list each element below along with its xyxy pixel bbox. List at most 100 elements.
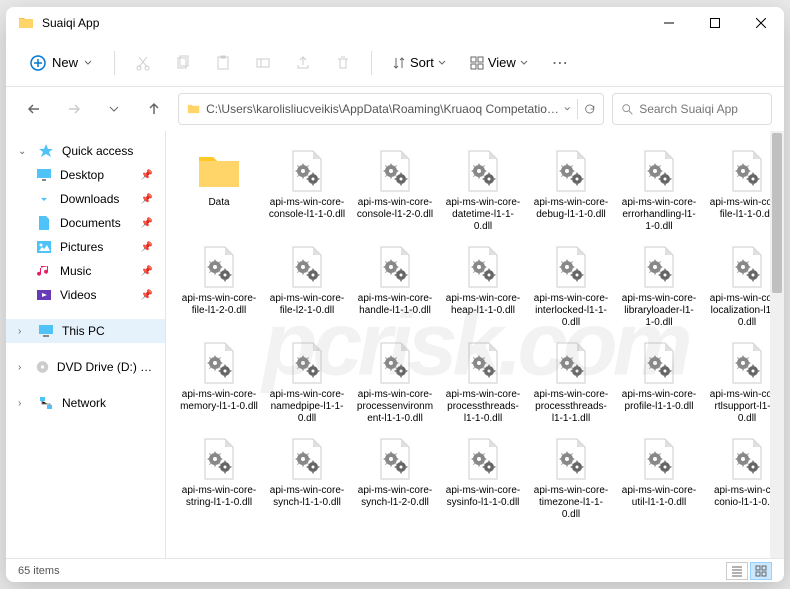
network-icon: [38, 395, 54, 411]
up-button[interactable]: [138, 93, 170, 125]
copy-button[interactable]: [165, 45, 201, 81]
file-item[interactable]: api-ms-win-core-datetime-l1-1-0.dll: [442, 143, 524, 237]
file-item[interactable]: api-ms-win-core-debug-l1-1-0.dll: [530, 143, 612, 237]
pin-icon: 📌: [141, 266, 153, 277]
file-item[interactable]: api-ms-win-core-file-l2-1-0.dll: [266, 239, 348, 333]
dll-file-icon: [635, 243, 683, 291]
sidebar-label: Pictures: [60, 240, 103, 254]
folder-item[interactable]: Data: [178, 143, 260, 237]
dll-file-icon: [195, 243, 243, 291]
file-label: api-ms-win-core-datetime-l1-1-0.dll: [444, 197, 522, 233]
file-item[interactable]: api-ms-win-core-memory-l1-1-0.dll: [178, 335, 260, 429]
file-item[interactable]: api-ms-win-core-processthreads-l1-1-0.dl…: [442, 335, 524, 429]
file-item[interactable]: api-ms-win-core-util-l1-1-0.dll: [618, 431, 700, 525]
dll-file-icon: [371, 339, 419, 387]
desktop-icon: [36, 167, 52, 183]
sort-button[interactable]: Sort: [382, 49, 456, 76]
file-item[interactable]: api-ms-win-core-console-l1-1-0.dll: [266, 143, 348, 237]
view-button[interactable]: View: [460, 49, 538, 76]
item-count: 65 items: [18, 565, 60, 577]
refresh-icon[interactable]: [584, 102, 595, 116]
sidebar-label: Desktop: [60, 168, 104, 182]
dll-file-icon: [635, 147, 683, 195]
sidebar-videos[interactable]: Videos 📌: [6, 283, 165, 307]
file-item[interactable]: api-ms-win-core-synch-l1-1-0.dll: [266, 431, 348, 525]
file-label: api-ms-win-core-console-l1-2-0.dll: [356, 197, 434, 221]
file-item[interactable]: api-ms-win-core-file-l1-2-0.dll: [178, 239, 260, 333]
breadcrumb[interactable]: C:\Users\karolisliucveikis\AppData\Roami…: [178, 93, 604, 125]
sidebar-this-pc[interactable]: › This PC: [6, 319, 165, 343]
file-item[interactable]: api-ms-win-core-synch-l1-2-0.dll: [354, 431, 436, 525]
dll-file-icon: [547, 243, 595, 291]
statusbar: 65 items: [6, 558, 784, 582]
file-item[interactable]: api-ms-win-core-string-l1-1-0.dll: [178, 431, 260, 525]
pictures-icon: [36, 239, 52, 255]
star-icon: [38, 143, 54, 159]
pin-icon: 📌: [141, 218, 153, 229]
rename-button[interactable]: [245, 45, 281, 81]
minimize-button[interactable]: [646, 7, 692, 39]
sidebar-documents[interactable]: Documents 📌: [6, 211, 165, 235]
search-input[interactable]: [639, 102, 763, 116]
more-button[interactable]: ⋯: [542, 45, 578, 81]
pin-icon: 📌: [141, 170, 153, 181]
recent-button[interactable]: [98, 93, 130, 125]
file-item[interactable]: api-ms-win-core-namedpipe-l1-1-0.dll: [266, 335, 348, 429]
sidebar-dvd[interactable]: › DVD Drive (D:) CCCC: [6, 355, 165, 379]
close-button[interactable]: [738, 7, 784, 39]
file-item[interactable]: api-ms-win-core-console-l1-2-0.dll: [354, 143, 436, 237]
search-box[interactable]: [612, 93, 772, 125]
file-item[interactable]: api-ms-win-core-processthreads-l1-1-1.dl…: [530, 335, 612, 429]
file-label: api-ms-win-core-errorhandling-l1-1-0.dll: [620, 197, 698, 233]
share-button[interactable]: [285, 45, 321, 81]
scrollbar[interactable]: [770, 131, 784, 558]
chevron-down-icon: ⌄: [18, 146, 30, 157]
maximize-button[interactable]: [692, 7, 738, 39]
file-item[interactable]: api-ms-win-core-errorhandling-l1-1-0.dll: [618, 143, 700, 237]
file-label: api-ms-win-core-synch-l1-1-0.dll: [268, 485, 346, 509]
file-item[interactable]: api-ms-win-core-interlocked-l1-1-0.dll: [530, 239, 612, 333]
file-label: api-ms-win-core-processthreads-l1-1-1.dl…: [532, 389, 610, 425]
icons-view-button[interactable]: [750, 562, 772, 580]
file-item[interactable]: api-ms-win-core-timezone-l1-1-0.dll: [530, 431, 612, 525]
sidebar-network[interactable]: › Network: [6, 391, 165, 415]
sidebar-quick-access[interactable]: ⌄ Quick access: [6, 139, 165, 163]
details-view-button[interactable]: [726, 562, 748, 580]
sidebar-downloads[interactable]: Downloads 📌: [6, 187, 165, 211]
back-button[interactable]: [18, 93, 50, 125]
dll-file-icon: [459, 243, 507, 291]
file-label: api-ms-win-core-sysinfo-l1-1-0.dll: [444, 485, 522, 509]
file-item[interactable]: api-ms-win-core-profile-l1-1-0.dll: [618, 335, 700, 429]
forward-button[interactable]: [58, 93, 90, 125]
file-item[interactable]: api-ms-win-core-heap-l1-1-0.dll: [442, 239, 524, 333]
dll-file-icon: [459, 435, 507, 483]
sidebar-pictures[interactable]: Pictures 📌: [6, 235, 165, 259]
file-label: api-ms-win-core-processthreads-l1-1-0.dl…: [444, 389, 522, 425]
paste-button[interactable]: [205, 45, 241, 81]
sidebar-desktop[interactable]: Desktop 📌: [6, 163, 165, 187]
pc-icon: [38, 323, 54, 339]
breadcrumb-path: C:\Users\karolisliucveikis\AppData\Roami…: [206, 102, 564, 116]
dll-file-icon: [723, 435, 771, 483]
file-view[interactable]: Dataapi-ms-win-core-console-l1-1-0.dllap…: [166, 131, 784, 558]
addressbar: C:\Users\karolisliucveikis\AppData\Roami…: [6, 87, 784, 131]
file-label: api-ms-win-core-namedpipe-l1-1-0.dll: [268, 389, 346, 425]
scrollbar-thumb[interactable]: [772, 133, 782, 293]
chevron-right-icon: ›: [18, 326, 30, 337]
file-item[interactable]: api-ms-win-core-sysinfo-l1-1-0.dll: [442, 431, 524, 525]
file-item[interactable]: api-ms-win-core-processenvironment-l1-1-…: [354, 335, 436, 429]
file-label: api-ms-win-core-processenvironment-l1-1-…: [356, 389, 434, 425]
file-label: api-ms-win-core-util-l1-1-0.dll: [620, 485, 698, 509]
sidebar-music[interactable]: Music 📌: [6, 259, 165, 283]
sidebar-label: Documents: [60, 216, 121, 230]
cut-button[interactable]: [125, 45, 161, 81]
sort-label: Sort: [410, 55, 434, 70]
dll-file-icon: [635, 435, 683, 483]
delete-button[interactable]: [325, 45, 361, 81]
new-button[interactable]: New: [18, 49, 104, 77]
file-label: api-ms-win-core-interlocked-l1-1-0.dll: [532, 293, 610, 329]
file-label: api-ms-win-core-string-l1-1-0.dll: [180, 485, 258, 509]
file-item[interactable]: api-ms-win-core-handle-l1-1-0.dll: [354, 239, 436, 333]
dll-file-icon: [635, 339, 683, 387]
file-item[interactable]: api-ms-win-core-libraryloader-l1-1-0.dll: [618, 239, 700, 333]
